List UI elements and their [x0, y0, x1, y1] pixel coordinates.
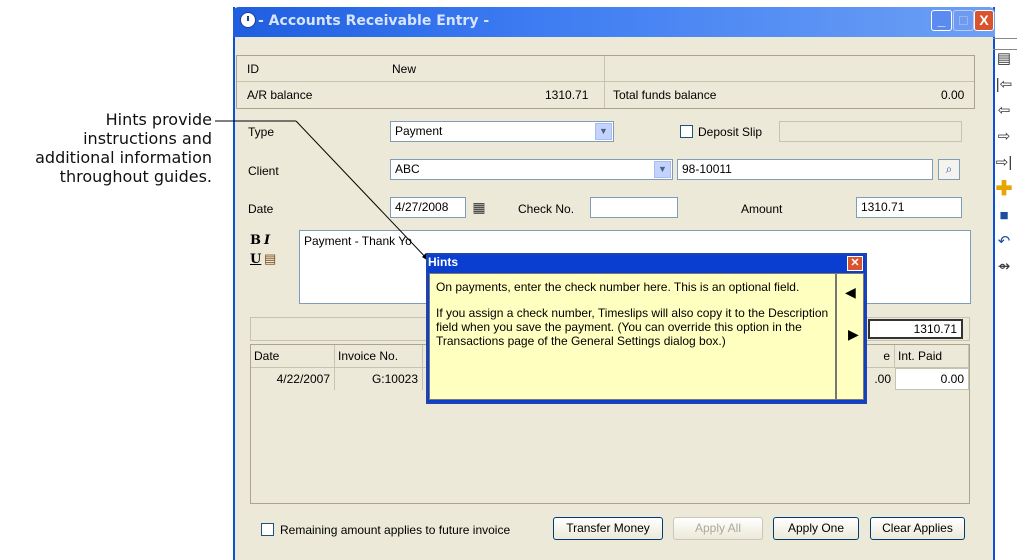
hints-close-icon[interactable]: ✕	[847, 256, 863, 271]
hint-previous-icon[interactable]: ◀	[845, 284, 856, 301]
hints-title: Hints	[428, 255, 458, 269]
hints-paragraph-1: On payments, enter the check number here…	[436, 280, 800, 294]
hints-body: On payments, enter the check number here…	[429, 273, 836, 400]
hints-paragraph-2: If you assign a check number, Timeslips …	[436, 306, 829, 348]
hint-next-icon[interactable]: ▶	[848, 326, 859, 343]
hints-nav: ◀ ▶	[836, 273, 864, 400]
